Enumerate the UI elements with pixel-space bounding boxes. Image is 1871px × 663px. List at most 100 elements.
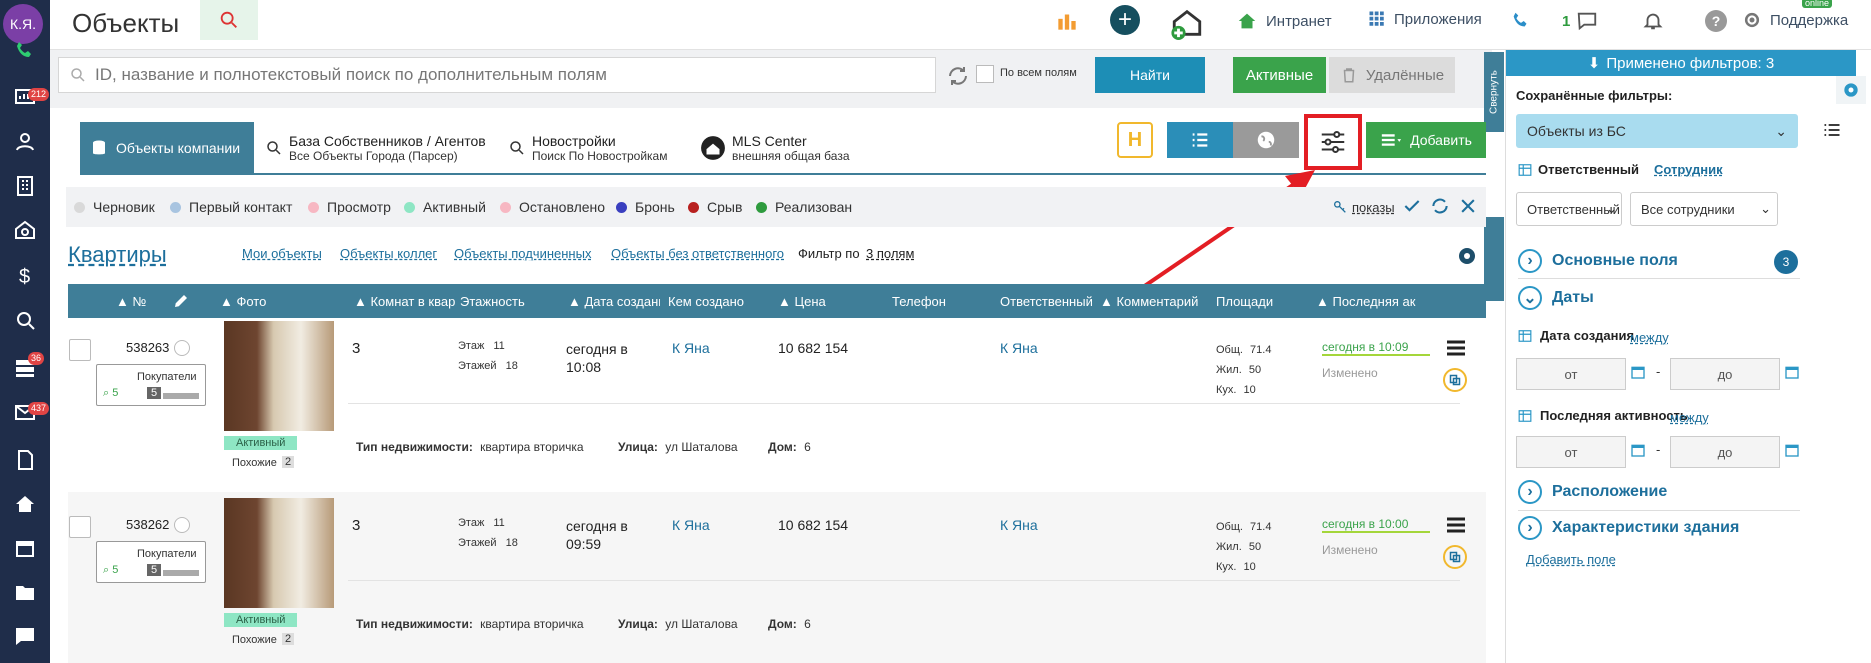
copy-icon[interactable] (1443, 545, 1467, 569)
add-button[interactable]: Добавить (1366, 122, 1486, 158)
table-row[interactable]: 538262 Покупатели ⌕ 5 5 Активный Похожие… (68, 495, 1486, 663)
created-to-input[interactable]: до (1670, 358, 1780, 390)
col-photo[interactable]: ▲ Фото (220, 294, 330, 309)
gear-icon[interactable] (1455, 244, 1479, 271)
nav-apps[interactable]: Приложения (1368, 10, 1482, 28)
active-button[interactable]: Активные (1233, 57, 1326, 93)
creator[interactable]: К Яна (672, 517, 710, 533)
h-logo-icon[interactable]: H (1117, 122, 1153, 158)
col-creator[interactable]: Кем создано (668, 294, 758, 309)
refresh-icon[interactable] (946, 64, 970, 91)
table-row[interactable]: 538263 Покупатели ⌕ 5 5 Активный Похожие… (68, 318, 1486, 492)
house-search-icon[interactable] (0, 210, 50, 250)
unassigned-objects-link[interactable]: Объекты без ответственного (611, 246, 784, 261)
calendar-icon[interactable] (1630, 364, 1646, 383)
check-icon[interactable] (1402, 196, 1422, 219)
location-section[interactable]: › Расположение (1518, 480, 1667, 504)
col-id[interactable]: ▲ № (116, 294, 166, 309)
main-fields-section[interactable]: › Основные поля (1518, 249, 1678, 273)
shows-toggle[interactable]: показы (1332, 199, 1395, 215)
row-checkbox[interactable] (69, 516, 91, 538)
tab-mls[interactable]: MLS Center внешняя общая база (700, 122, 850, 174)
scroll-controls[interactable] (1484, 217, 1504, 301)
responsible[interactable]: К Яна (1000, 517, 1038, 533)
map-view-button[interactable] (1233, 122, 1299, 158)
col-rooms[interactable]: ▲ Комнат в квар (354, 294, 458, 309)
last-to-input[interactable]: до (1670, 436, 1780, 468)
creator[interactable]: К Яна (672, 340, 710, 356)
dates-section[interactable]: ⌄ Даты (1518, 286, 1594, 310)
add-field-link[interactable]: Добавить поле (1526, 552, 1616, 567)
user-icon[interactable] (0, 122, 50, 162)
add-property-icon[interactable] (1170, 6, 1204, 43)
property-photo[interactable] (224, 498, 334, 608)
list-view-button[interactable] (1167, 122, 1233, 158)
menu-icon[interactable] (1446, 340, 1466, 359)
home-icon[interactable] (0, 484, 50, 524)
row-checkbox[interactable] (69, 339, 91, 361)
find-button[interactable]: Найти (1095, 57, 1205, 93)
status-viewing[interactable]: Просмотр (308, 199, 391, 215)
bell-icon[interactable] (1642, 10, 1664, 35)
col-floors[interactable]: Этажность (460, 294, 560, 309)
buyers-box[interactable]: Покупатели ⌕ 5 5 (96, 364, 206, 406)
property-photo[interactable] (224, 321, 334, 431)
pencil-icon[interactable] (172, 292, 190, 313)
filters-applied-header[interactable]: ⬇ Применено фильтров: 3 (1506, 50, 1856, 76)
header-search-button[interactable] (200, 0, 258, 40)
col-date[interactable]: ▲ Дата создани (568, 294, 660, 309)
created-from-input[interactable]: от (1516, 358, 1626, 390)
col-resp[interactable]: Ответственный (1000, 294, 1100, 309)
my-objects-link[interactable]: Мои объекты (242, 246, 322, 261)
status-booked[interactable]: Бронь (616, 199, 675, 215)
row-radio[interactable] (174, 517, 190, 533)
col-area[interactable]: Площади (1216, 294, 1296, 309)
saved-filter-select[interactable]: Объекты из БС ⌄ (1516, 114, 1798, 148)
buyers-box[interactable]: Покупатели ⌕ 5 5 (96, 541, 206, 583)
last-from-input[interactable]: от (1516, 436, 1626, 468)
col-last[interactable]: ▲ Последняя ак (1316, 294, 1428, 309)
list-icon[interactable] (1822, 120, 1842, 143)
copy-icon[interactable] (1443, 368, 1467, 392)
tab-newbuilds[interactable]: Новостройки Поиск По Новостройкам (508, 122, 667, 174)
menu-icon[interactable] (1446, 517, 1466, 536)
panel-gear-icon[interactable] (1836, 76, 1866, 104)
close-icon[interactable] (1458, 196, 1478, 219)
search-input[interactable]: ID, название и полнотекстовый поиск по д… (58, 57, 936, 93)
building-icon[interactable] (0, 166, 50, 206)
nav-intranet[interactable]: Интранет (1236, 10, 1332, 32)
colleagues-objects-link[interactable]: Объекты коллег (340, 246, 437, 261)
responsible[interactable]: К Яна (1000, 340, 1038, 356)
building-section[interactable]: › Характеристики здания (1518, 516, 1739, 540)
deleted-button[interactable]: Удалённые (1329, 57, 1455, 93)
col-phone[interactable]: Телефон (892, 294, 982, 309)
status-first-contact[interactable]: Первый контакт (170, 199, 292, 215)
created-between-link[interactable]: между (1630, 330, 1669, 345)
calendar-icon[interactable] (1630, 442, 1646, 461)
list-title[interactable]: Квартиры (68, 242, 167, 268)
status-draft[interactable]: Черновик (74, 199, 155, 215)
similar-label[interactable]: Похожие (232, 634, 277, 646)
dollar-icon[interactable]: $ (0, 256, 50, 296)
nav-messages[interactable]: 1 (1562, 10, 1606, 32)
status-active[interactable]: Активный (404, 199, 486, 215)
chat-icon[interactable] (0, 616, 50, 656)
stats-icon[interactable] (1054, 8, 1080, 37)
calendar-icon[interactable] (0, 528, 50, 568)
calendar-icon[interactable] (1784, 442, 1800, 461)
employee-link[interactable]: Сотрудник (1654, 162, 1723, 177)
employee-select[interactable]: Все сотрудники ⌄ (1630, 192, 1778, 226)
status-done[interactable]: Реализован (756, 199, 852, 215)
calendar-icon[interactable] (1784, 364, 1800, 383)
col-price[interactable]: ▲ Цена (778, 294, 868, 309)
tab-owners-base[interactable]: База Собственников / Агентов Все Объекты … (265, 122, 486, 174)
responsible-select[interactable]: Ответственный ⌄ (1516, 192, 1622, 226)
phone-icon[interactable] (1510, 10, 1532, 35)
collapse-panel-button[interactable]: Свернуть (1484, 52, 1504, 132)
similar-label[interactable]: Похожие (232, 457, 277, 469)
help-icon[interactable]: ? (1705, 10, 1727, 32)
all-fields-checkbox[interactable] (976, 65, 994, 83)
document-icon[interactable] (0, 440, 50, 480)
add-circle-button[interactable]: + (1110, 5, 1140, 35)
last-between-link[interactable]: между (1670, 410, 1709, 425)
